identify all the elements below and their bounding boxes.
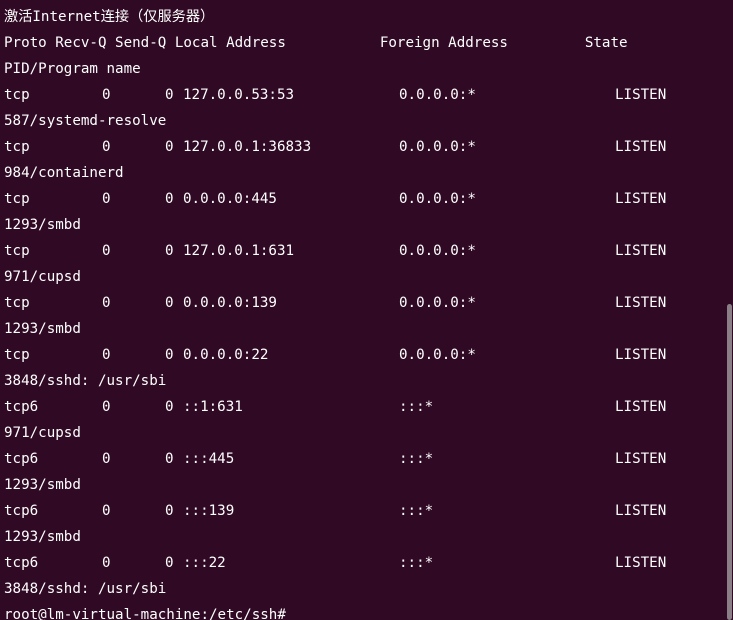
cell-proto: tcp6 (4, 555, 39, 571)
cell-foreign: 0.0.0.0:* (399, 87, 476, 103)
cell-sendq: 0 (165, 191, 174, 207)
shell-prompt: root@lm-virtual-machine:/etc/ssh# (4, 607, 286, 620)
cell-sendq: 0 (165, 399, 174, 415)
cell-state: LISTEN (615, 243, 667, 259)
cell-recvq: 0 (102, 399, 111, 415)
cell-sendq: 0 (165, 87, 174, 103)
cell-state: LISTEN (615, 139, 667, 155)
program-line: 1293/smbd (4, 321, 81, 337)
program-line: 3848/sshd: /usr/sbi (4, 373, 167, 389)
cell-foreign: 0.0.0.0:* (399, 191, 476, 207)
cell-sendq: 0 (165, 555, 174, 571)
columns-header-wrap-line: PID/Program name (4, 61, 141, 77)
cell-sendq: 0 (165, 451, 174, 467)
cell-sendq: 0 (165, 295, 174, 311)
columns-header-line: Proto Recv-Q Send-Q Local Address Foreig… (4, 35, 628, 51)
cell-local: :::445 (183, 451, 235, 467)
cell-foreign: 0.0.0.0:* (399, 243, 476, 259)
cell-sendq: 0 (165, 139, 174, 155)
cell-recvq: 0 (102, 347, 111, 363)
cell-recvq: 0 (102, 503, 111, 519)
cell-proto: tcp (4, 139, 30, 155)
cell-proto: tcp (4, 243, 30, 259)
program-line: 971/cupsd (4, 269, 81, 285)
cell-foreign: 0.0.0.0:* (399, 139, 476, 155)
cell-recvq: 0 (102, 555, 111, 571)
cell-local: 127.0.0.1:631 (183, 243, 295, 259)
cell-foreign: 0.0.0.0:* (399, 295, 476, 311)
cell-foreign: :::* (399, 503, 434, 519)
program-line: 1293/smbd (4, 529, 81, 545)
program-line: 1293/smbd (4, 477, 81, 493)
cell-foreign: :::* (399, 399, 434, 415)
cell-recvq: 0 (102, 295, 111, 311)
program-line: 971/cupsd (4, 425, 81, 441)
cell-proto: tcp6 (4, 451, 39, 467)
program-line: 984/containerd (4, 165, 124, 181)
cell-local: 0.0.0.0:22 (183, 347, 269, 363)
cell-sendq: 0 (165, 243, 174, 259)
cell-proto: tcp6 (4, 399, 39, 415)
cell-proto: tcp (4, 295, 30, 311)
cell-recvq: 0 (102, 87, 111, 103)
program-line: 587/systemd-resolve (4, 113, 167, 129)
scrollbar-thumb[interactable] (727, 304, 732, 620)
cell-local: 127.0.0.1:36833 (183, 139, 312, 155)
cell-sendq: 0 (165, 503, 174, 519)
cell-local: 0.0.0.0:139 (183, 295, 277, 311)
cell-proto: tcp (4, 347, 30, 363)
cell-state: LISTEN (615, 295, 667, 311)
cell-local: 0.0.0.0:445 (183, 191, 277, 207)
terminal-window[interactable]: 激活Internet连接（仅服务器） Proto Recv-Q Send-Q Lo… (0, 0, 733, 620)
cell-proto: tcp (4, 191, 30, 207)
cell-sendq: 0 (165, 347, 174, 363)
cell-proto: tcp6 (4, 503, 39, 519)
cell-local: :::139 (183, 503, 235, 519)
cell-foreign: 0.0.0.0:* (399, 347, 476, 363)
cell-state: LISTEN (615, 503, 667, 519)
program-line: 1293/smbd (4, 217, 81, 233)
cell-state: LISTEN (615, 191, 667, 207)
cell-recvq: 0 (102, 139, 111, 155)
cell-recvq: 0 (102, 451, 111, 467)
cell-state: LISTEN (615, 87, 667, 103)
cell-state: LISTEN (615, 347, 667, 363)
cell-foreign: :::* (399, 555, 434, 571)
program-line: 3848/sshd: /usr/sbi (4, 581, 167, 597)
cell-foreign: :::* (399, 451, 434, 467)
heading-line: 激活Internet连接（仅服务器） (4, 9, 215, 25)
cell-state: LISTEN (615, 451, 667, 467)
cell-local: ::1:631 (183, 399, 243, 415)
cell-state: LISTEN (615, 555, 667, 571)
cell-local: :::22 (183, 555, 226, 571)
scrollbar[interactable] (725, 0, 733, 620)
cell-proto: tcp (4, 87, 30, 103)
cell-recvq: 0 (102, 191, 111, 207)
cell-state: LISTEN (615, 399, 667, 415)
cell-recvq: 0 (102, 243, 111, 259)
cell-local: 127.0.0.53:53 (183, 87, 295, 103)
